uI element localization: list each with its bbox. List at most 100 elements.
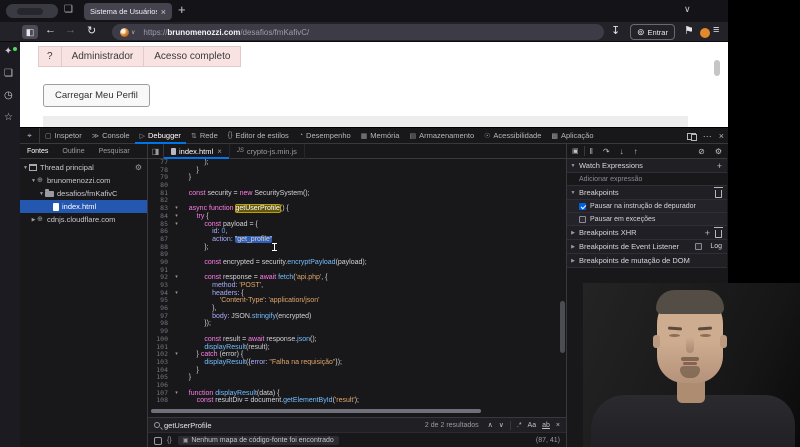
dom-mutation-breakpoints-header[interactable]: ▶ Breakpoints de mutação de DOM — [567, 254, 727, 268]
code-line-102[interactable]: 102▾ } catch (error) { — [148, 351, 560, 359]
fold-arrow-icon[interactable]: ▾ — [172, 213, 181, 221]
editor-tab-crypto-js[interactable]: JS crypto-js.min.js — [230, 144, 305, 159]
pause-on-exceptions-row[interactable]: Pausar em exceções — [567, 213, 727, 226]
event-listener-breakpoints-header[interactable]: ▶ Breakpoints de Event Listener Log — [567, 240, 727, 254]
vscroll-thumb[interactable] — [560, 301, 565, 353]
tree-item-cdnjs-cloudflare-com[interactable]: ▶⊕cdnjs.cloudflare.com — [20, 213, 147, 226]
sidebar-toggle-button[interactable]: ◧ — [22, 25, 38, 39]
code-line-93[interactable]: 93 method: 'POST', — [148, 282, 560, 290]
extension-icon[interactable]: ⚑ — [684, 24, 694, 37]
code-line-91[interactable]: 91 — [148, 267, 560, 275]
devtools-tab-performance[interactable]: ◔Desempenho — [294, 128, 356, 144]
code-line-105[interactable]: 105 } — [148, 374, 560, 382]
sources-tab-search[interactable]: Pesquisar — [92, 148, 137, 155]
pick-element-icon[interactable]: ⌖ — [20, 128, 40, 144]
code-line-98[interactable]: 98 }); — [148, 320, 560, 328]
devtools-tab-storage[interactable]: ▤Armazenamento — [404, 128, 479, 144]
code-line-108[interactable]: 108 const resultDiv = document.getElemen… — [148, 397, 560, 405]
code-area[interactable]: 77 );78 }79 }8081 const security = new S… — [148, 159, 560, 405]
fold-arrow-icon[interactable]: ▾ — [172, 274, 181, 282]
fold-arrow-icon[interactable]: ▾ — [172, 221, 181, 229]
permissions-chevron-icon[interactable]: ∨ — [131, 29, 135, 36]
sources-tab-outline[interactable]: Outline — [55, 148, 91, 155]
bookmarks-icon[interactable]: ☆ — [4, 112, 13, 123]
code-line-84[interactable]: 84▾ try { — [148, 213, 560, 221]
code-line-83[interactable]: 83▾ async function getUserProfile() { — [148, 205, 560, 213]
fold-arrow-icon[interactable]: ▾ — [172, 205, 181, 213]
devtools-tab-memory[interactable]: ▦Memória — [356, 128, 405, 144]
line-number[interactable]: 108 — [148, 397, 172, 405]
ignore-exceptions-icon[interactable]: ⊘ — [698, 147, 705, 156]
collapse-sources-icon[interactable]: ◨ — [148, 144, 164, 159]
code-line-99[interactable]: 99 — [148, 328, 560, 336]
code-line-81[interactable]: 81 const security = new SecuritySystem()… — [148, 190, 560, 198]
case-toggle[interactable]: Aa — [528, 422, 537, 429]
page-scrollbar[interactable] — [714, 60, 720, 76]
code-line-104[interactable]: 104 } — [148, 367, 560, 375]
fold-arrow-icon[interactable]: ▾ — [172, 290, 181, 298]
add-watch-icon[interactable]: + — [717, 161, 722, 171]
debugger-settings-icon[interactable]: ⚙ — [715, 147, 722, 156]
code-line-101[interactable]: 101 displayResult(result); — [148, 344, 560, 352]
ai-chat-icon[interactable]: ✦ — [4, 46, 12, 57]
editor-tab-index-html[interactable]: index.html × — [164, 144, 230, 159]
back-button[interactable]: ← — [45, 24, 56, 36]
add-xhr-breakpoint-icon[interactable]: + — [705, 228, 710, 238]
code-line-94[interactable]: 94▾ headers: { — [148, 290, 560, 298]
code-line-95[interactable]: 95 'Content-Type': 'application/json' — [148, 297, 560, 305]
code-line-92[interactable]: 92▾ const response = await fetch('api.ph… — [148, 274, 560, 282]
tree-item-brunomenozzi-com[interactable]: ▼⊕brunomenozzi.com — [20, 174, 147, 187]
sources-tab-sources[interactable]: Fontes — [20, 148, 55, 155]
pause-on-debugger-row[interactable]: Pausar na instrução de depurador — [567, 200, 727, 213]
hscroll-thumb[interactable] — [151, 409, 481, 413]
editor-vertical-scrollbar[interactable] — [560, 166, 565, 406]
signin-button[interactable]: ⊚ Entrar — [630, 24, 675, 40]
tree-item-index-html[interactable]: index.html — [20, 200, 147, 213]
search-input[interactable]: getUserProfile — [164, 421, 425, 430]
log-event-checkbox[interactable] — [695, 243, 702, 250]
devtools-close-icon[interactable]: × — [719, 131, 724, 141]
code-line-106[interactable]: 106 — [148, 382, 560, 390]
pretty-print-icon[interactable]: {} — [167, 437, 172, 444]
remove-breakpoints-icon[interactable] — [715, 190, 722, 198]
code-line-90[interactable]: 90 const encrypted = security.encryptPay… — [148, 259, 560, 267]
search-next-icon[interactable]: ∨ — [499, 421, 504, 429]
browser-tab[interactable]: Sistema de Usuários × — [84, 3, 172, 20]
responsive-mode-icon[interactable] — [687, 133, 696, 140]
pause-debugger-checkbox[interactable] — [579, 203, 586, 210]
breakpoints-header[interactable]: ▼ Breakpoints — [567, 186, 727, 200]
code-line-107[interactable]: 107▾ function displayResult(data) { — [148, 390, 560, 398]
search-prev-icon[interactable]: ∧ — [488, 421, 493, 429]
devtools-tab-application[interactable]: ▩Aplicação — [546, 128, 598, 144]
fold-arrow-icon[interactable]: ▾ — [172, 351, 181, 359]
reload-button[interactable]: ↻ — [87, 24, 96, 37]
step-out-icon[interactable]: ↑ — [634, 147, 638, 156]
code-line-100[interactable]: 100 const result = await response.json()… — [148, 336, 560, 344]
devtools-tab-console[interactable]: ≫Console — [87, 128, 135, 144]
editor-horizontal-scrollbar[interactable] — [148, 407, 560, 415]
watch-expressions-header[interactable]: ▼ Watch Expressions + — [567, 159, 727, 173]
search-close-icon[interactable]: × — [556, 422, 560, 429]
code-line-77[interactable]: 77 ); — [148, 159, 560, 167]
extension-orange-icon[interactable] — [700, 28, 710, 38]
step-over-icon[interactable]: ↷ — [603, 147, 610, 156]
code-line-103[interactable]: 103 displayResult({error: "Falha na requ… — [148, 359, 560, 367]
tab-manager-icon[interactable]: ❏ — [4, 68, 13, 79]
watch-expression-input[interactable]: Adicionar expressão — [567, 173, 727, 186]
tree-item-thread-principal[interactable]: ▼Thread principal⚙ — [20, 161, 147, 174]
close-tab-icon[interactable]: × — [217, 147, 222, 156]
menu-hamburger-icon[interactable]: ≡ — [713, 24, 719, 36]
downloads-icon[interactable]: ↧ — [611, 24, 620, 37]
devtools-tab-style-editor[interactable]: {}Editor de estilos — [223, 128, 294, 144]
forward-button[interactable]: → — [65, 24, 76, 36]
code-line-87[interactable]: 87 action: "get_profile" — [148, 236, 560, 244]
code-line-96[interactable]: 96 }, — [148, 305, 560, 313]
remove-xhr-breakpoints-icon[interactable] — [715, 230, 722, 238]
code-line-89[interactable]: 89 — [148, 251, 560, 259]
code-line-80[interactable]: 80 — [148, 182, 560, 190]
devtools-tab-debugger[interactable]: ▷Debugger — [135, 128, 186, 144]
blackbox-source-icon[interactable] — [154, 437, 162, 445]
tab-close-icon[interactable]: × — [161, 7, 166, 17]
sourcemap-status[interactable]: ▣ Nenhum mapa de código-fonte foi encont… — [178, 436, 339, 445]
url-bar[interactable]: ∨ https://brunomenozzi.com/desafios/fmKa… — [112, 24, 604, 40]
